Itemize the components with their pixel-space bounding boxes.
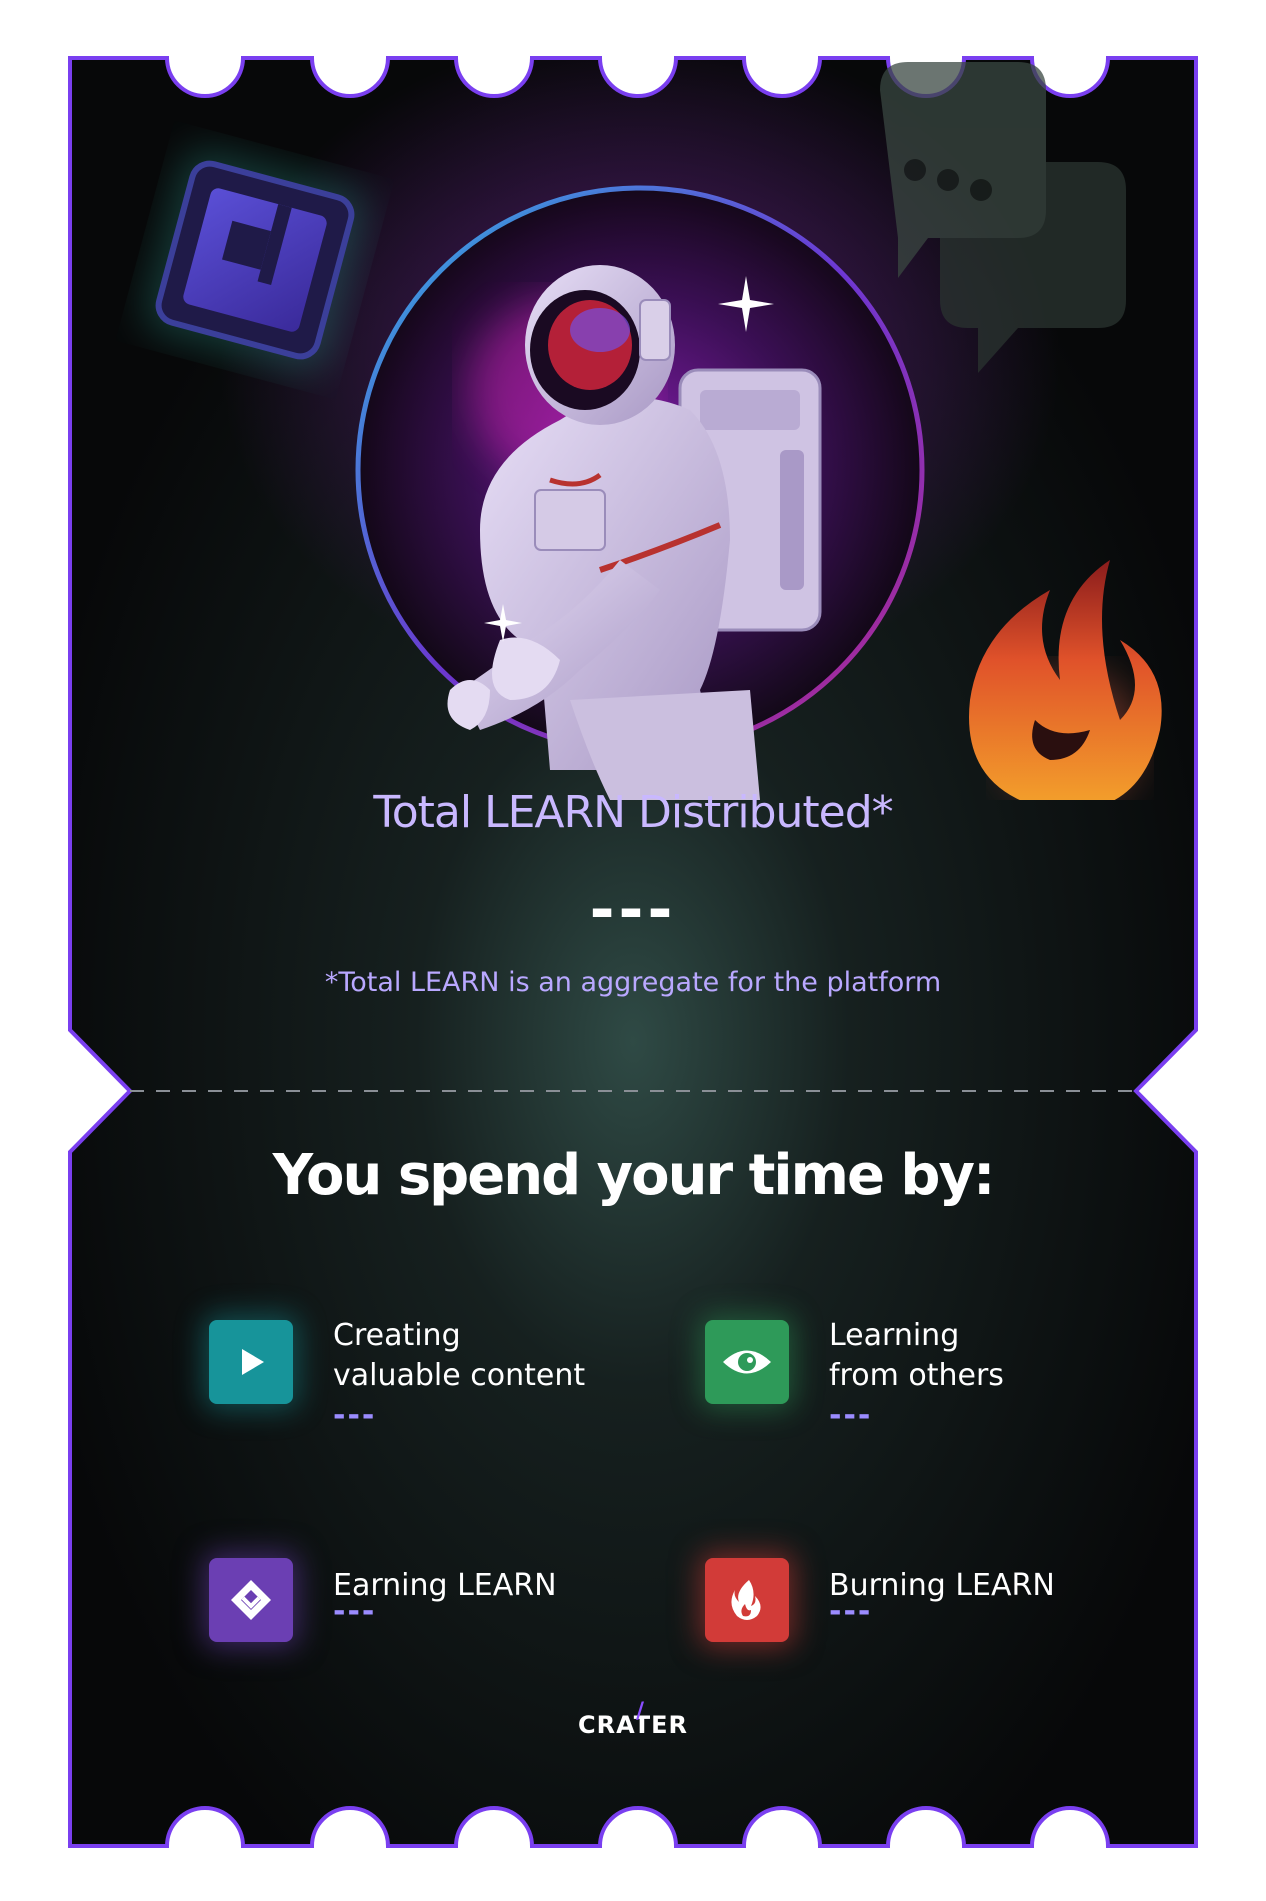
activity-label: Learning from others (829, 1318, 1004, 1393)
activity-learning-from-others: Learning from others --- (705, 1318, 1165, 1440)
total-learn-title: Total LEARN Distributed* (373, 787, 893, 838)
activity-burning-learn: Burning LEARN --- (705, 1558, 1165, 1678)
ticket-card: Total LEARN Distributed* --- *Total LEAR… (0, 0, 1266, 1901)
logo-slash-icon: / (636, 1699, 646, 1724)
section-title: You spend your time by: (272, 1143, 996, 1208)
total-learn-footnote: *Total LEARN is an aggregate for the pla… (324, 967, 942, 998)
brand-name: CRATER (577, 1711, 689, 1739)
activity-value: --- (829, 1594, 873, 1629)
activity-value: --- (333, 1398, 377, 1433)
play-icon (209, 1320, 293, 1404)
activity-creating-content: Creating valuable content --- (209, 1318, 669, 1440)
activity-earning-learn: Earning LEARN --- (209, 1558, 669, 1678)
crater-logo: / CRATER (0, 1699, 1266, 1739)
eye-icon (705, 1320, 789, 1404)
flame-icon (705, 1558, 789, 1642)
total-learn-value: --- (589, 875, 677, 945)
learn-token-icon (209, 1558, 293, 1642)
activity-label: Creating valuable content (333, 1318, 586, 1393)
activity-value: --- (829, 1398, 873, 1433)
activity-value: --- (333, 1594, 377, 1629)
